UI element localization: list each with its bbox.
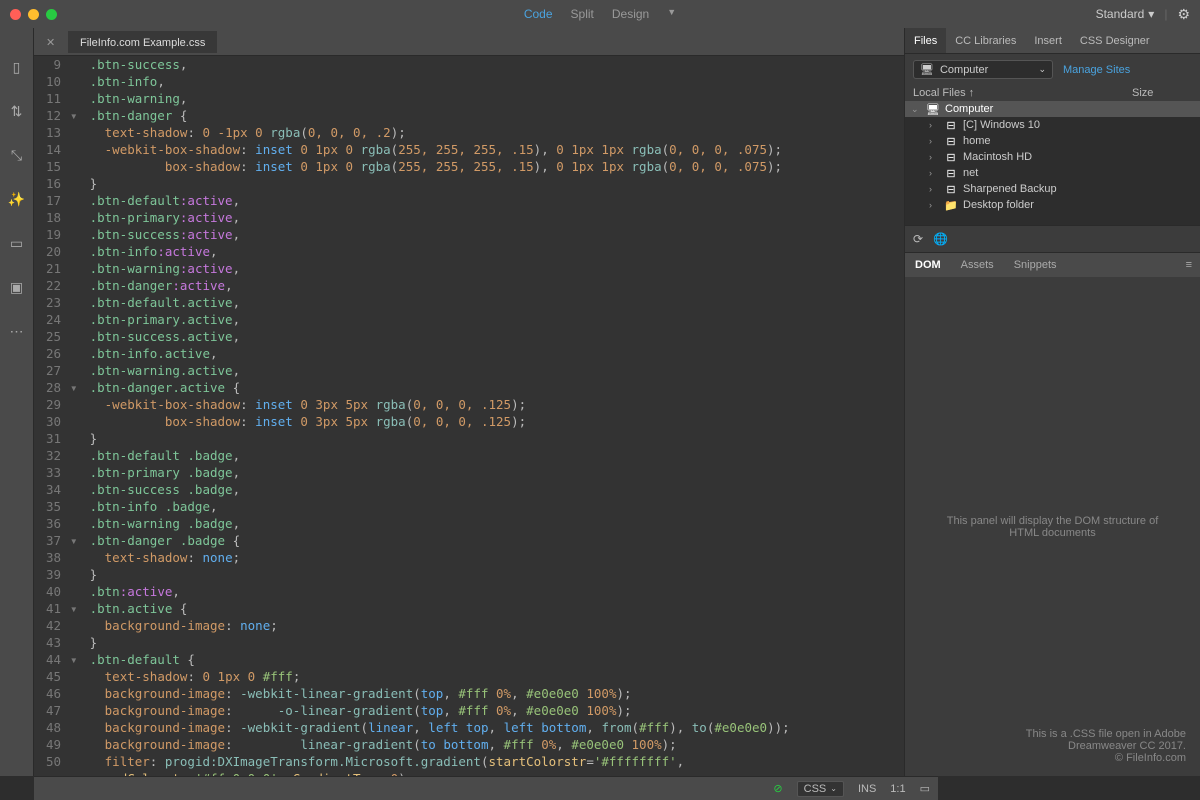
tree-label: [C] Windows 10 (963, 119, 1040, 131)
cursor-position: 1:1 (890, 783, 905, 795)
tree-row[interactable]: ›⊟home (905, 133, 1200, 149)
window-controls (10, 9, 57, 20)
tree-row[interactable]: ⌄🖥Computer (905, 101, 1200, 117)
chevron-down-icon: ⌄ (1038, 64, 1046, 75)
tab-code[interactable]: Code (524, 7, 553, 21)
dom-panel-body: This panel will display the DOM structur… (905, 277, 1200, 776)
line-gutter: 9 10 11 12 ▾13 14 15 16 17 18 19 20 21 2… (34, 56, 84, 776)
file-tree[interactable]: ⌄🖥Computer›⊟[C] Windows 10›⊟home›⊟Macint… (905, 101, 1200, 225)
workspace-dropdown[interactable]: Standard▾ (1096, 7, 1155, 21)
close-icon[interactable] (10, 9, 21, 20)
arrows-icon[interactable]: ⇅ (8, 102, 26, 120)
status-ok-icon[interactable]: ⊘ (773, 782, 782, 795)
titlebar: Code Split Design ▼ Standard▾ | ⚙ (0, 0, 1200, 28)
view-mode-tabs: Code Split Design ▼ (524, 7, 676, 21)
chevron-down-icon: ▾ (1148, 7, 1154, 21)
drive-icon: ⊟ (944, 119, 958, 131)
tab-dom[interactable]: DOM (905, 259, 951, 271)
columns-header: Local Files ↑ Size (905, 85, 1200, 101)
divider: | (1164, 7, 1167, 21)
chevron-down-icon[interactable]: ▼ (667, 7, 676, 21)
col-local-files[interactable]: Local Files ↑ (913, 87, 1132, 99)
col-size[interactable]: Size (1132, 87, 1192, 99)
more-icon[interactable]: ⋯ (8, 322, 26, 340)
code-editor[interactable]: 9 10 11 12 ▾13 14 15 16 17 18 19 20 21 2… (34, 56, 904, 776)
tab-assets[interactable]: Assets (951, 259, 1004, 271)
tree-label: Desktop folder (963, 199, 1034, 211)
expand-icon[interactable]: ⤡ (8, 146, 26, 164)
overflow-icon[interactable]: ▭ (920, 782, 930, 795)
minimize-icon[interactable] (28, 9, 39, 20)
watermark: This is a .CSS file open in Adobe Dreamw… (1026, 728, 1186, 764)
tree-label: Sharpened Backup (963, 183, 1057, 195)
drive-icon: ⊟ (944, 183, 958, 195)
drive-icon: ⊟ (944, 151, 958, 163)
tree-row[interactable]: ›⊟[C] Windows 10 (905, 117, 1200, 133)
tool-rail: ▯ ⇅ ⤡ ✨ ▭ ▣ ⋯ (0, 28, 34, 776)
files-panel-tabs: Files CC Libraries Insert CSS Designer (905, 28, 1200, 54)
tree-label: home (963, 135, 991, 147)
language-dropdown[interactable]: CSS⌄ (797, 781, 844, 797)
comment-icon[interactable]: ▭ (8, 234, 26, 252)
tree-label: net (963, 167, 978, 179)
tree-label: Computer (945, 103, 993, 115)
settings-icon[interactable]: ⚙ (1177, 6, 1190, 23)
refresh-icon[interactable]: ⟳ (913, 232, 923, 246)
file-tab-bar: ✕ FileInfo.com Example.css (34, 28, 904, 56)
panel-menu-icon[interactable]: ≡ (1176, 259, 1200, 271)
dom-panel-tabs: DOM Assets Snippets ≡ (905, 253, 1200, 277)
tab-split[interactable]: Split (571, 7, 594, 21)
wand-icon[interactable]: ✨ (8, 190, 26, 208)
tab-cc-libraries[interactable]: CC Libraries (946, 28, 1025, 53)
tab-snippets[interactable]: Snippets (1004, 259, 1067, 271)
tree-label: Macintosh HD (963, 151, 1032, 163)
file-tab[interactable]: FileInfo.com Example.css (68, 31, 217, 53)
computer-icon: 🖥 (920, 63, 934, 76)
drive-icon: ⊟ (944, 167, 958, 179)
maximize-icon[interactable] (46, 9, 57, 20)
tab-insert[interactable]: Insert (1025, 28, 1071, 53)
close-tab-icon[interactable]: ✕ (46, 36, 58, 48)
dom-empty-message: This panel will display the DOM structur… (935, 515, 1170, 539)
drive-icon: ⊟ (944, 135, 958, 147)
tree-row[interactable]: ›⊟Macintosh HD (905, 149, 1200, 165)
tab-design[interactable]: Design (612, 7, 649, 21)
file-icon[interactable]: ▯ (8, 58, 26, 76)
insert-mode[interactable]: INS (858, 783, 876, 795)
tab-css-designer[interactable]: CSS Designer (1071, 28, 1159, 53)
source-dropdown[interactable]: 🖥 Computer ⌄ (913, 60, 1053, 79)
tree-row[interactable]: ›⊟Sharpened Backup (905, 181, 1200, 197)
tab-files[interactable]: Files (905, 28, 946, 53)
panel-toolbar: ⟳ 🌐 (905, 225, 1200, 253)
tree-row[interactable]: ›⊟net (905, 165, 1200, 181)
manage-sites-link[interactable]: Manage Sites (1063, 64, 1130, 76)
tree-row[interactable]: ›📁Desktop folder (905, 197, 1200, 213)
computer-icon: 🖥 (926, 103, 940, 115)
globe-icon[interactable]: 🌐 (933, 232, 948, 246)
chevron-down-icon: ⌄ (830, 784, 837, 793)
status-bar: ⊘ CSS⌄ INS 1:1 ▭ (34, 776, 938, 800)
code-lines[interactable]: .btn-success,.btn-info,.btn-warning,.btn… (84, 56, 904, 776)
folder-icon: 📁 (944, 199, 958, 211)
layers-icon[interactable]: ▣ (8, 278, 26, 296)
